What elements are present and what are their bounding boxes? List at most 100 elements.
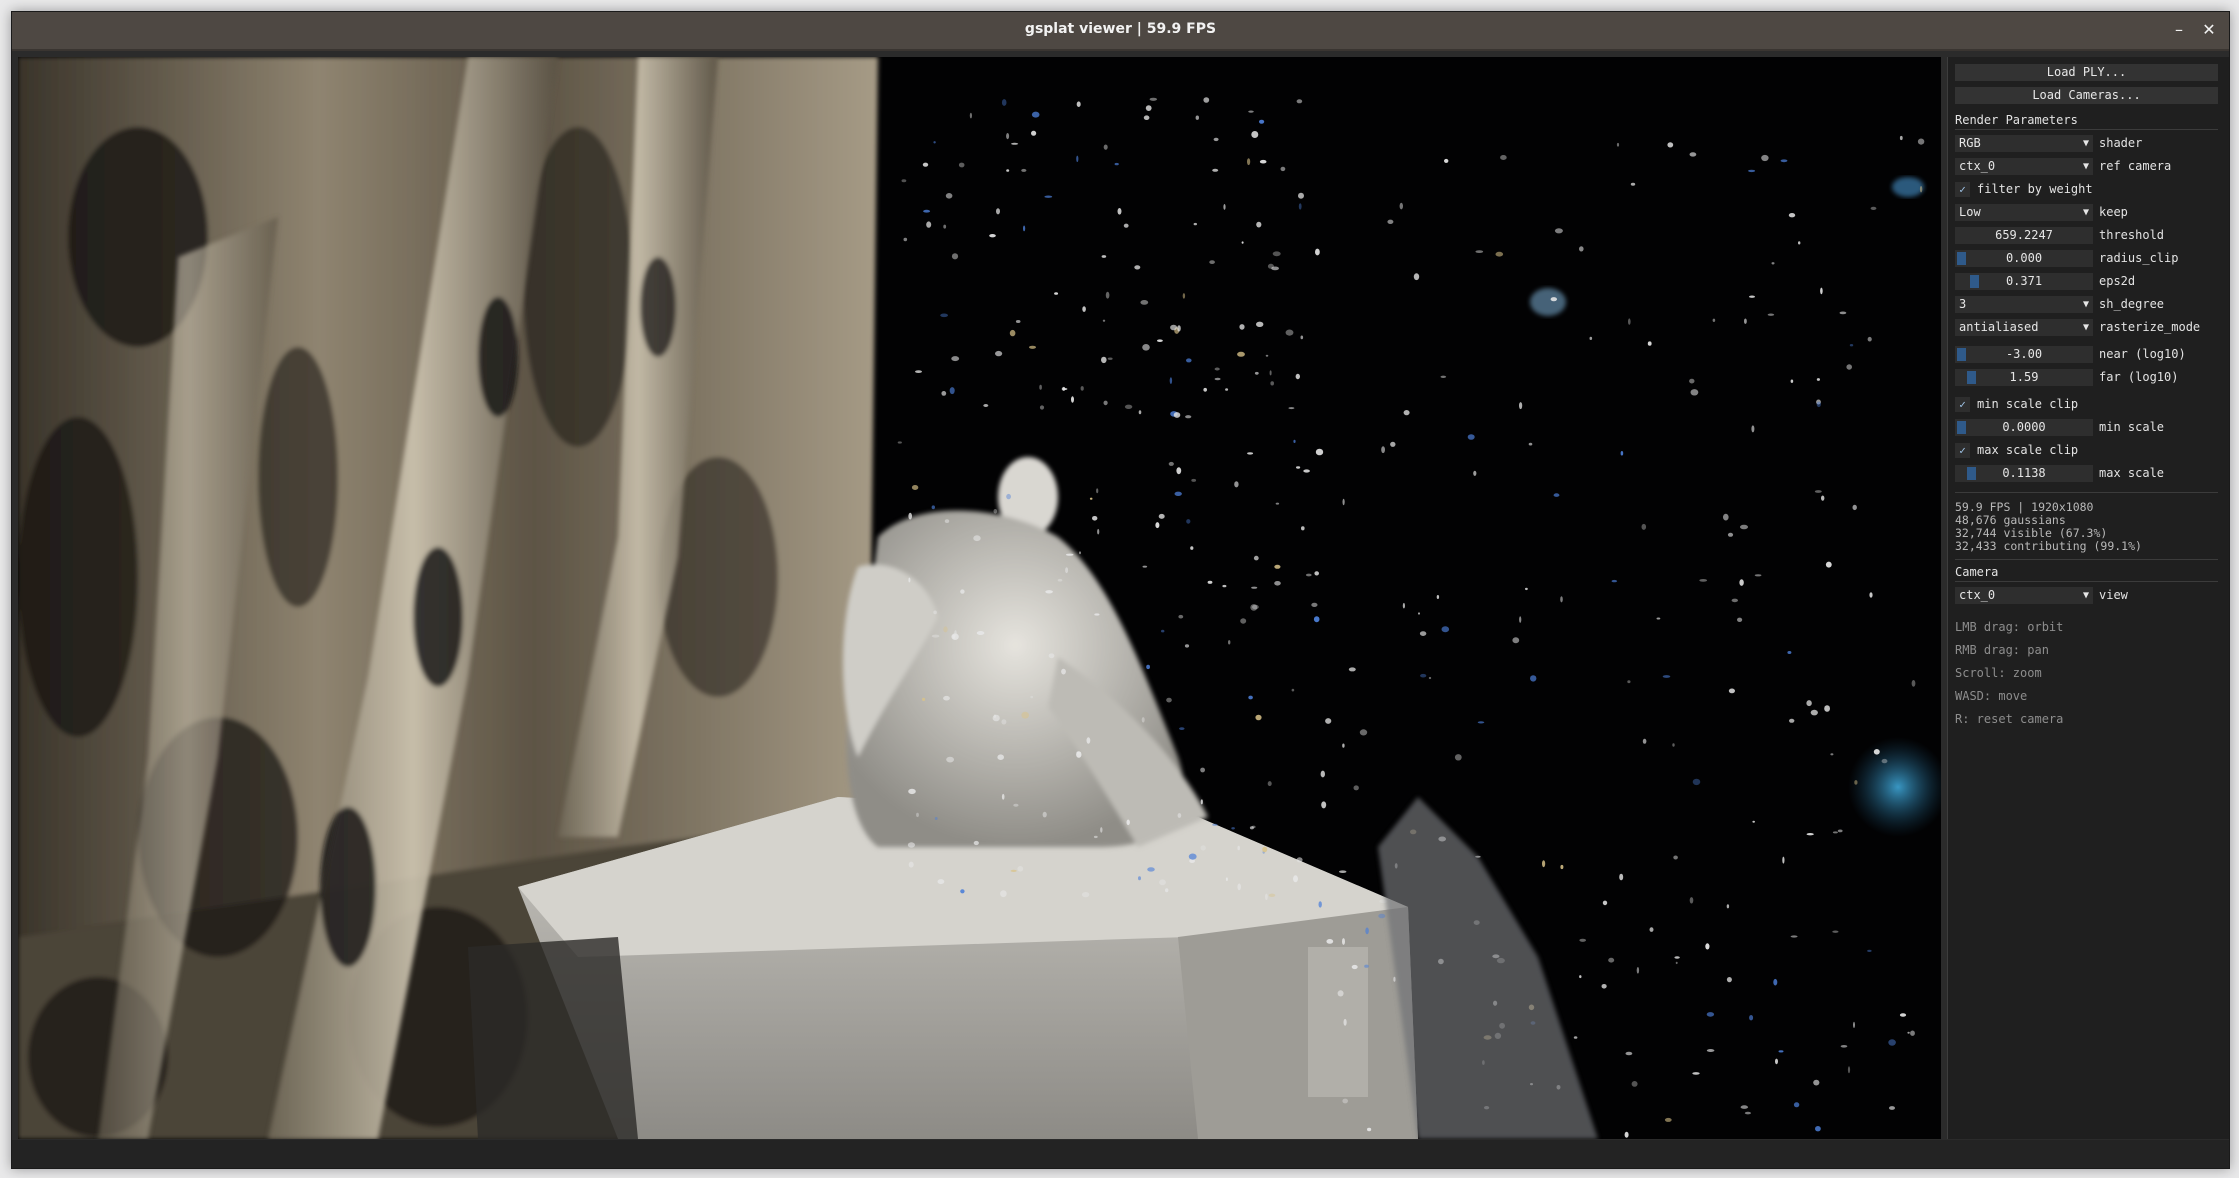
speckle — [1071, 396, 1074, 403]
speckle — [1917, 138, 1925, 145]
max-scale-slider[interactable]: 0.1138 — [1955, 465, 2093, 482]
min-scale-clip-checkbox[interactable]: ✓ min scale clip — [1955, 396, 2227, 413]
title-bar[interactable]: gsplat viewer | 59.9 FPS – ✕ — [12, 12, 2229, 51]
ref-camera-dropdown[interactable]: ctx_0 ▼ — [1955, 158, 2093, 175]
speckle — [1159, 879, 1166, 886]
speckle — [1267, 263, 1274, 269]
speckle — [1752, 820, 1755, 823]
load-cameras-button[interactable]: Load Cameras... — [1955, 87, 2218, 104]
speckle — [1771, 262, 1775, 265]
minimize-icon[interactable]: – — [2167, 18, 2191, 42]
speckle — [1662, 675, 1671, 678]
hint-zoom: Scroll: zoom — [1955, 666, 2042, 680]
threshold-input[interactable]: 659.2247 — [1955, 227, 2093, 244]
speckle — [1237, 845, 1240, 851]
speckle — [1553, 493, 1560, 497]
speckle — [1744, 1111, 1751, 1115]
speckle — [911, 485, 919, 490]
load-ply-button[interactable]: Load PLY... — [1955, 64, 2218, 81]
min-scale-row: 0.0000 min scale — [1955, 419, 2227, 436]
chevron-down-icon: ▼ — [2082, 299, 2089, 310]
render-viewport[interactable] — [18, 57, 1941, 1139]
sh-degree-row: 3 ▼ sh_degree — [1955, 296, 2227, 313]
rasterize-mode-dropdown[interactable]: antialiased ▼ — [1955, 319, 2093, 336]
speckle — [1579, 975, 1582, 979]
speckle — [1810, 709, 1818, 716]
speckle — [1191, 478, 1197, 482]
speckle — [1044, 195, 1053, 198]
speckle — [1441, 626, 1450, 633]
speckle — [1114, 162, 1119, 166]
speckle — [1176, 467, 1182, 475]
speckle — [1754, 574, 1762, 577]
speckle — [1214, 377, 1221, 381]
radius-clip-slider[interactable]: 0.000 — [1955, 250, 2093, 267]
check-icon: ✓ — [1955, 182, 1970, 197]
speckle — [1237, 883, 1241, 891]
near-slider[interactable]: -3.00 — [1955, 346, 2093, 363]
speckle — [1689, 897, 1694, 904]
min-scale-slider[interactable]: 0.0000 — [1955, 419, 2093, 436]
speckle — [1102, 319, 1106, 322]
speckle — [1674, 956, 1680, 959]
speckle — [1039, 384, 1042, 390]
speckle — [1413, 273, 1420, 281]
speckle — [1649, 927, 1654, 932]
speckle — [1272, 251, 1281, 257]
speckle — [908, 788, 916, 795]
speckle — [1143, 115, 1150, 120]
speckle — [1252, 604, 1259, 610]
hint-pan: RMB drag: pan — [1955, 643, 2049, 657]
view-dropdown[interactable]: ctx_0 ▼ — [1955, 587, 2093, 604]
speckle — [951, 356, 960, 362]
speckle — [1611, 579, 1618, 583]
speckle — [1023, 225, 1026, 232]
speckle — [1911, 680, 1916, 687]
separator — [1955, 492, 2218, 493]
filter-by-weight-checkbox[interactable]: ✓ filter by weight — [1955, 181, 2227, 198]
speckle — [1378, 913, 1386, 919]
speckle — [1265, 354, 1269, 357]
speckle — [1790, 935, 1798, 938]
speckle — [996, 208, 1000, 215]
speckle — [1015, 320, 1021, 323]
speckle — [1173, 412, 1181, 418]
eps2d-slider[interactable]: 0.371 — [1955, 273, 2093, 290]
speckle — [960, 589, 965, 594]
speckle — [1847, 1066, 1851, 1074]
speckle — [1200, 799, 1203, 805]
speckle — [1097, 528, 1100, 535]
speckle — [1155, 522, 1160, 529]
speckle — [1554, 228, 1563, 234]
speckle — [1816, 378, 1820, 381]
max-scale-clip-checkbox[interactable]: ✓ max scale clip — [1955, 442, 2227, 459]
speckle — [1381, 446, 1385, 454]
speckle — [973, 535, 981, 542]
sh-degree-dropdown[interactable]: 3 ▼ — [1955, 296, 2093, 313]
shader-dropdown[interactable]: RGB ▼ — [1955, 135, 2093, 152]
speckle — [1440, 375, 1447, 378]
speckle — [1723, 513, 1729, 521]
speckle — [1773, 978, 1778, 986]
speckle — [1170, 324, 1178, 331]
speckle — [1789, 718, 1795, 723]
speckle — [1601, 984, 1607, 989]
speckle — [941, 391, 947, 396]
speckle — [1105, 291, 1110, 299]
keep-dropdown[interactable]: Low ▼ — [1955, 204, 2093, 221]
speckle — [1832, 930, 1839, 933]
speckle — [1560, 596, 1563, 603]
speckle — [1705, 943, 1710, 950]
speckle — [1339, 870, 1347, 873]
speckle — [1165, 888, 1169, 893]
speckle — [937, 879, 945, 885]
close-icon[interactable]: ✕ — [2197, 18, 2221, 42]
speckle — [945, 193, 953, 199]
speckle — [1628, 318, 1631, 325]
contributing-count: 32,433 contributing (99.1%) — [1955, 539, 2142, 553]
speckle — [1248, 110, 1254, 113]
speckle — [1550, 297, 1558, 302]
speckle — [1103, 400, 1108, 406]
speckle — [1185, 415, 1192, 419]
far-slider[interactable]: 1.59 — [1955, 369, 2093, 386]
